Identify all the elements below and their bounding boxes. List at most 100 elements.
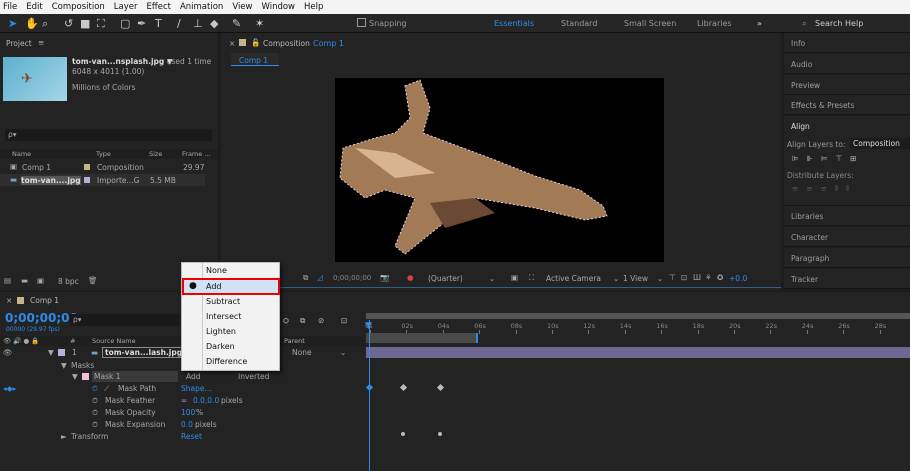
- layer-duration-bar[interactable]: [366, 347, 910, 358]
- hand-tool-icon[interactable]: ✋: [25, 17, 39, 30]
- menu-edit[interactable]: Edit: [26, 2, 42, 12]
- mask-row[interactable]: ▼ Mask 1 Add Inverted: [0, 371, 365, 383]
- workspace-essentials[interactable]: Essentials: [494, 19, 534, 28]
- interpret-footage-icon[interactable]: ▤: [4, 276, 11, 285]
- timeline-search-input[interactable]: ρ▾: [70, 314, 180, 326]
- col-frame[interactable]: Frame ...: [182, 150, 211, 158]
- parent-dropdown[interactable]: None: [292, 348, 312, 357]
- camera-tool-icon[interactable]: ■: [80, 17, 90, 30]
- puppet-tool-icon[interactable]: ✶: [255, 17, 264, 30]
- menu-composition[interactable]: Composition: [52, 2, 105, 12]
- workspace-small-screen[interactable]: Small Screen: [624, 19, 676, 28]
- transparency-grid-icon[interactable]: ◿: [317, 273, 323, 282]
- transform-row[interactable]: ► Transform Reset: [0, 431, 365, 443]
- panel-effects-presets[interactable]: Effects & Presets: [784, 95, 910, 115]
- link-icon[interactable]: ∞: [181, 396, 187, 405]
- rectangle-tool-icon[interactable]: ▢: [120, 17, 130, 30]
- work-area-bar[interactable]: [366, 333, 478, 343]
- menu-view[interactable]: View: [232, 2, 252, 12]
- grid-icon[interactable]: ⛶: [529, 273, 534, 283]
- menu-window[interactable]: Window: [261, 2, 295, 12]
- snapshot-icon[interactable]: 📷: [380, 273, 389, 282]
- panel-tracker[interactable]: Tracker: [784, 269, 910, 289]
- keyframe-navigator[interactable]: ◂◆▸: [3, 384, 16, 393]
- layer-name[interactable]: tom-van...lash.jpg: [102, 347, 186, 358]
- reset-link[interactable]: Reset: [181, 432, 202, 441]
- current-time-display[interactable]: 0;00;00;00: [333, 274, 371, 282]
- menu-item-difference[interactable]: Difference: [206, 357, 247, 366]
- panel-paragraph[interactable]: Paragraph: [784, 248, 910, 268]
- brush-tool-icon[interactable]: /: [177, 17, 181, 30]
- col-size[interactable]: Size: [149, 150, 162, 158]
- snapping-checkbox[interactable]: [357, 18, 366, 27]
- timeline-icon[interactable]: Ш: [693, 273, 701, 282]
- stopwatch-icon[interactable]: ⏱: [92, 420, 98, 430]
- text-tool-icon[interactable]: T: [155, 17, 162, 30]
- stopwatch-icon[interactable]: ⏱: [92, 384, 98, 394]
- panel-info[interactable]: Info: [784, 33, 910, 53]
- timeline-tab[interactable]: Comp 1: [30, 296, 59, 305]
- motion-blur-icon[interactable]: ⊘: [318, 316, 324, 325]
- align-buttons[interactable]: ⊫⊪⊨⊤⊞: [792, 154, 864, 163]
- menu-item-none[interactable]: None: [206, 266, 227, 275]
- comp-viewer[interactable]: [335, 78, 664, 262]
- prop-value[interactable]: Shape...: [181, 384, 212, 393]
- view-layout-dropdown[interactable]: 1 View: [623, 274, 648, 283]
- workspace-standard[interactable]: Standard: [561, 19, 597, 28]
- project-item-image[interactable]: ▬ tom-van....jpg Importe...G 5.5 MB: [0, 174, 205, 186]
- draft-3d-icon[interactable]: ⊡: [681, 273, 687, 282]
- current-timecode[interactable]: 0;00;00;00: [5, 311, 78, 325]
- frame-blending-icon[interactable]: ⧉: [300, 316, 305, 326]
- zoom-tool-icon[interactable]: ⌕: [42, 17, 48, 31]
- masks-group[interactable]: Masks: [71, 361, 94, 370]
- expand-triangle-icon[interactable]: ►: [61, 432, 67, 441]
- panel-align[interactable]: Align Align Layers to: Composition ⊫⊪⊨⊤⊞…: [784, 116, 910, 206]
- close-icon[interactable]: ×: [6, 296, 12, 305]
- panel-preview[interactable]: Preview: [784, 75, 910, 95]
- stopwatch-icon[interactable]: ⏱: [92, 408, 98, 418]
- flowchart-icon[interactable]: ⚘: [705, 273, 712, 282]
- menu-item-lighten[interactable]: Lighten: [206, 327, 236, 336]
- exposure-value[interactable]: +0.0: [729, 274, 747, 283]
- bit-depth-button[interactable]: 8 bpc: [58, 277, 79, 286]
- align-to-dropdown[interactable]: Composition: [850, 138, 910, 149]
- expand-triangle-icon[interactable]: ▼: [72, 372, 78, 381]
- col-source-name[interactable]: Source Name: [92, 337, 136, 345]
- panel-audio[interactable]: Audio: [784, 54, 910, 74]
- trash-icon[interactable]: 🗑: [88, 276, 98, 285]
- menu-layer[interactable]: Layer: [114, 2, 138, 12]
- project-item-comp[interactable]: ▣ Comp 1 Composition 29.97: [0, 161, 218, 173]
- project-title[interactable]: Project: [6, 39, 32, 48]
- project-search-input[interactable]: ρ▾: [5, 129, 212, 141]
- rotate-tool-icon[interactable]: ↺: [64, 17, 73, 30]
- menu-help[interactable]: Help: [304, 2, 323, 12]
- graph-editor-icon[interactable]: ⊡: [341, 316, 347, 325]
- col-parent[interactable]: Parent: [284, 337, 305, 345]
- more-workspaces-button[interactable]: »: [757, 19, 762, 28]
- roto-brush-tool-icon[interactable]: ✎: [232, 17, 241, 30]
- camera-dropdown[interactable]: Active Camera: [546, 274, 601, 283]
- menu-item-darken[interactable]: Darken: [206, 342, 235, 351]
- prop-value[interactable]: 100: [181, 408, 195, 417]
- tab-comp-1[interactable]: Comp 1: [231, 53, 279, 66]
- 3d-view-icon[interactable]: ⊤: [669, 273, 676, 282]
- workspace-libraries[interactable]: Libraries: [697, 19, 732, 28]
- lock-icon[interactable]: 🔓: [251, 38, 260, 47]
- close-icon[interactable]: ×: [229, 39, 235, 48]
- menu-file[interactable]: File: [3, 2, 17, 12]
- time-navigator[interactable]: [366, 313, 910, 319]
- draft-3d-icon[interactable]: ⛭: [283, 316, 289, 326]
- fast-previews-icon[interactable]: ▣: [511, 273, 518, 282]
- expand-triangle-icon[interactable]: ▼: [48, 348, 54, 357]
- menu-item-add[interactable]: ● Add: [182, 278, 280, 295]
- panel-character[interactable]: Character: [784, 227, 910, 247]
- channel-icon[interactable]: ●: [407, 273, 414, 282]
- mask-color[interactable]: [82, 373, 89, 380]
- expand-triangle-icon[interactable]: ▼: [61, 361, 67, 370]
- eraser-tool-icon[interactable]: ◆: [210, 17, 218, 30]
- exposure-icon[interactable]: ✪: [717, 273, 723, 282]
- new-folder-icon[interactable]: ▬: [21, 276, 28, 285]
- prop-value[interactable]: 0.0: [181, 420, 193, 429]
- panel-libraries[interactable]: Libraries: [784, 206, 910, 226]
- col-type[interactable]: Type: [96, 150, 111, 158]
